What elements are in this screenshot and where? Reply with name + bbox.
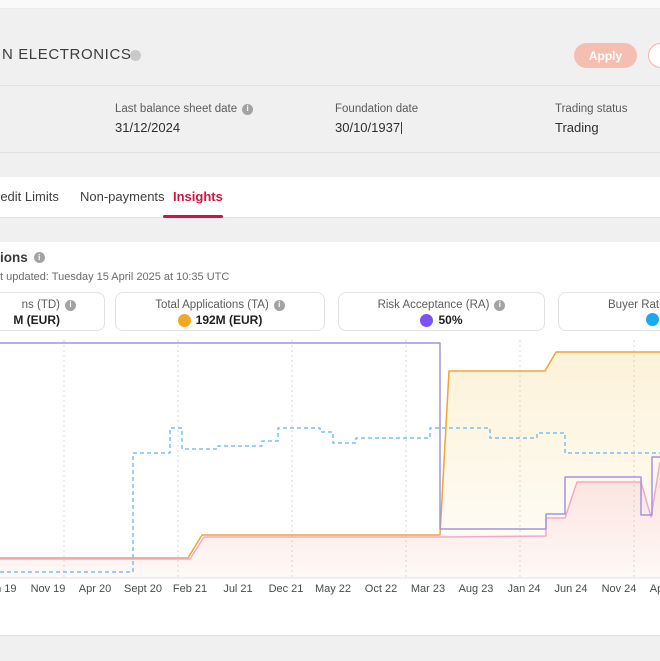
field-last-balance-sheet-date: Last balance sheet date i 31/12/2024 <box>115 103 254 135</box>
info-icon[interactable]: i <box>273 299 285 311</box>
x-axis-label: May 22 <box>315 583 351 595</box>
field-value[interactable]: 30/10/1937 <box>335 120 418 135</box>
x-axis-label: Jun 19 <box>0 583 17 595</box>
company-status-dot-icon <box>130 50 141 61</box>
legend-label: ns (TD) <box>21 299 60 311</box>
section-gap <box>0 218 660 243</box>
info-icon[interactable]: i <box>242 103 254 115</box>
x-axis-label: Dec 21 <box>269 583 304 595</box>
field-foundation-date: Foundation date 30/10/1937 <box>335 103 418 135</box>
x-axis-label: Jan 24 <box>507 583 540 595</box>
legend-label: Buyer Rati <box>608 299 660 311</box>
x-axis-label: Sept 20 <box>124 583 162 595</box>
apply-button[interactable]: Apply <box>574 43 637 68</box>
field-value: 31/12/2024 <box>115 120 181 135</box>
x-axis-label: Oct 22 <box>365 583 397 595</box>
company-title: N ELECTRONICS <box>2 46 132 63</box>
info-icon[interactable]: i <box>33 252 45 263</box>
x-axis-label: Apr 25 <box>650 583 660 595</box>
last-updated-text: t updated: Tuesday 15 April 2025 at 10:3… <box>0 271 230 283</box>
field-label: Trading status <box>555 103 628 115</box>
x-axis-label: Jul 21 <box>223 583 252 595</box>
legend-label: Total Applications (TA) <box>155 299 269 311</box>
legend-label: Risk Acceptance (RA) <box>377 299 490 311</box>
tab-bar: redit Limits Non-payments Insights <box>0 177 660 218</box>
legend-card-buyer-rating[interactable]: Buyer Rati <box>558 292 660 331</box>
x-axis-label: Apr 20 <box>79 583 111 595</box>
field-value: Trading <box>555 120 599 135</box>
insights-chart[interactable]: Jun 19 Nov 19 Apr 20 Sept 20 Feb 21 Jul 21 Dec… <box>0 335 660 600</box>
legend-value: 50% <box>438 313 463 327</box>
legend-card-risk-acceptance[interactable]: Risk Acceptance (RA) i 50% <box>338 292 545 331</box>
x-axis-label: Feb 21 <box>173 583 207 595</box>
text-caret <box>401 122 403 134</box>
info-icon[interactable]: i <box>494 299 506 311</box>
ta-color-dot-icon <box>177 313 191 327</box>
x-axis-label: Mar 23 <box>411 583 445 595</box>
app-window: { "header": { "company_name": "N ELECTRO… <box>0 0 660 661</box>
x-axis-label: Jun 24 <box>554 583 587 595</box>
chart-x-axis: Jun 19 Nov 19 Apr 20 Sept 20 Feb 21 Jul 21 Dec… <box>0 577 660 595</box>
x-axis-label: Nov 19 <box>31 583 66 595</box>
field-trading-status: Trading status Trading <box>555 103 627 135</box>
legend-card-total-applications[interactable]: Total Applications (TA) i 192M (EUR) <box>115 292 325 331</box>
x-axis-label: Nov 24 <box>602 583 637 595</box>
header-background <box>0 0 660 177</box>
field-label: Last balance sheet date <box>115 103 238 115</box>
legend-value: M (EUR) <box>13 313 60 327</box>
divider <box>0 85 660 86</box>
tab-credit-limits[interactable]: redit Limits <box>0 189 59 204</box>
legend-card-td[interactable]: ns (TD) i M (EUR) <box>0 292 105 331</box>
tab-non-payments[interactable]: Non-payments <box>80 189 165 204</box>
field-label: Foundation date <box>335 103 419 115</box>
legend-value: 192M (EUR) <box>195 313 263 327</box>
divider <box>0 152 660 153</box>
ra-color-dot-icon <box>420 313 434 327</box>
chart-area-fills <box>0 352 660 578</box>
x-axis-label: Aug 23 <box>459 583 494 595</box>
br-color-dot-icon <box>646 313 659 326</box>
tab-insights[interactable]: Insights <box>173 189 223 204</box>
top-strip <box>0 0 660 9</box>
section-title: ions i <box>0 250 45 265</box>
info-icon[interactable]: i <box>65 299 76 311</box>
footer-bar <box>0 635 660 661</box>
